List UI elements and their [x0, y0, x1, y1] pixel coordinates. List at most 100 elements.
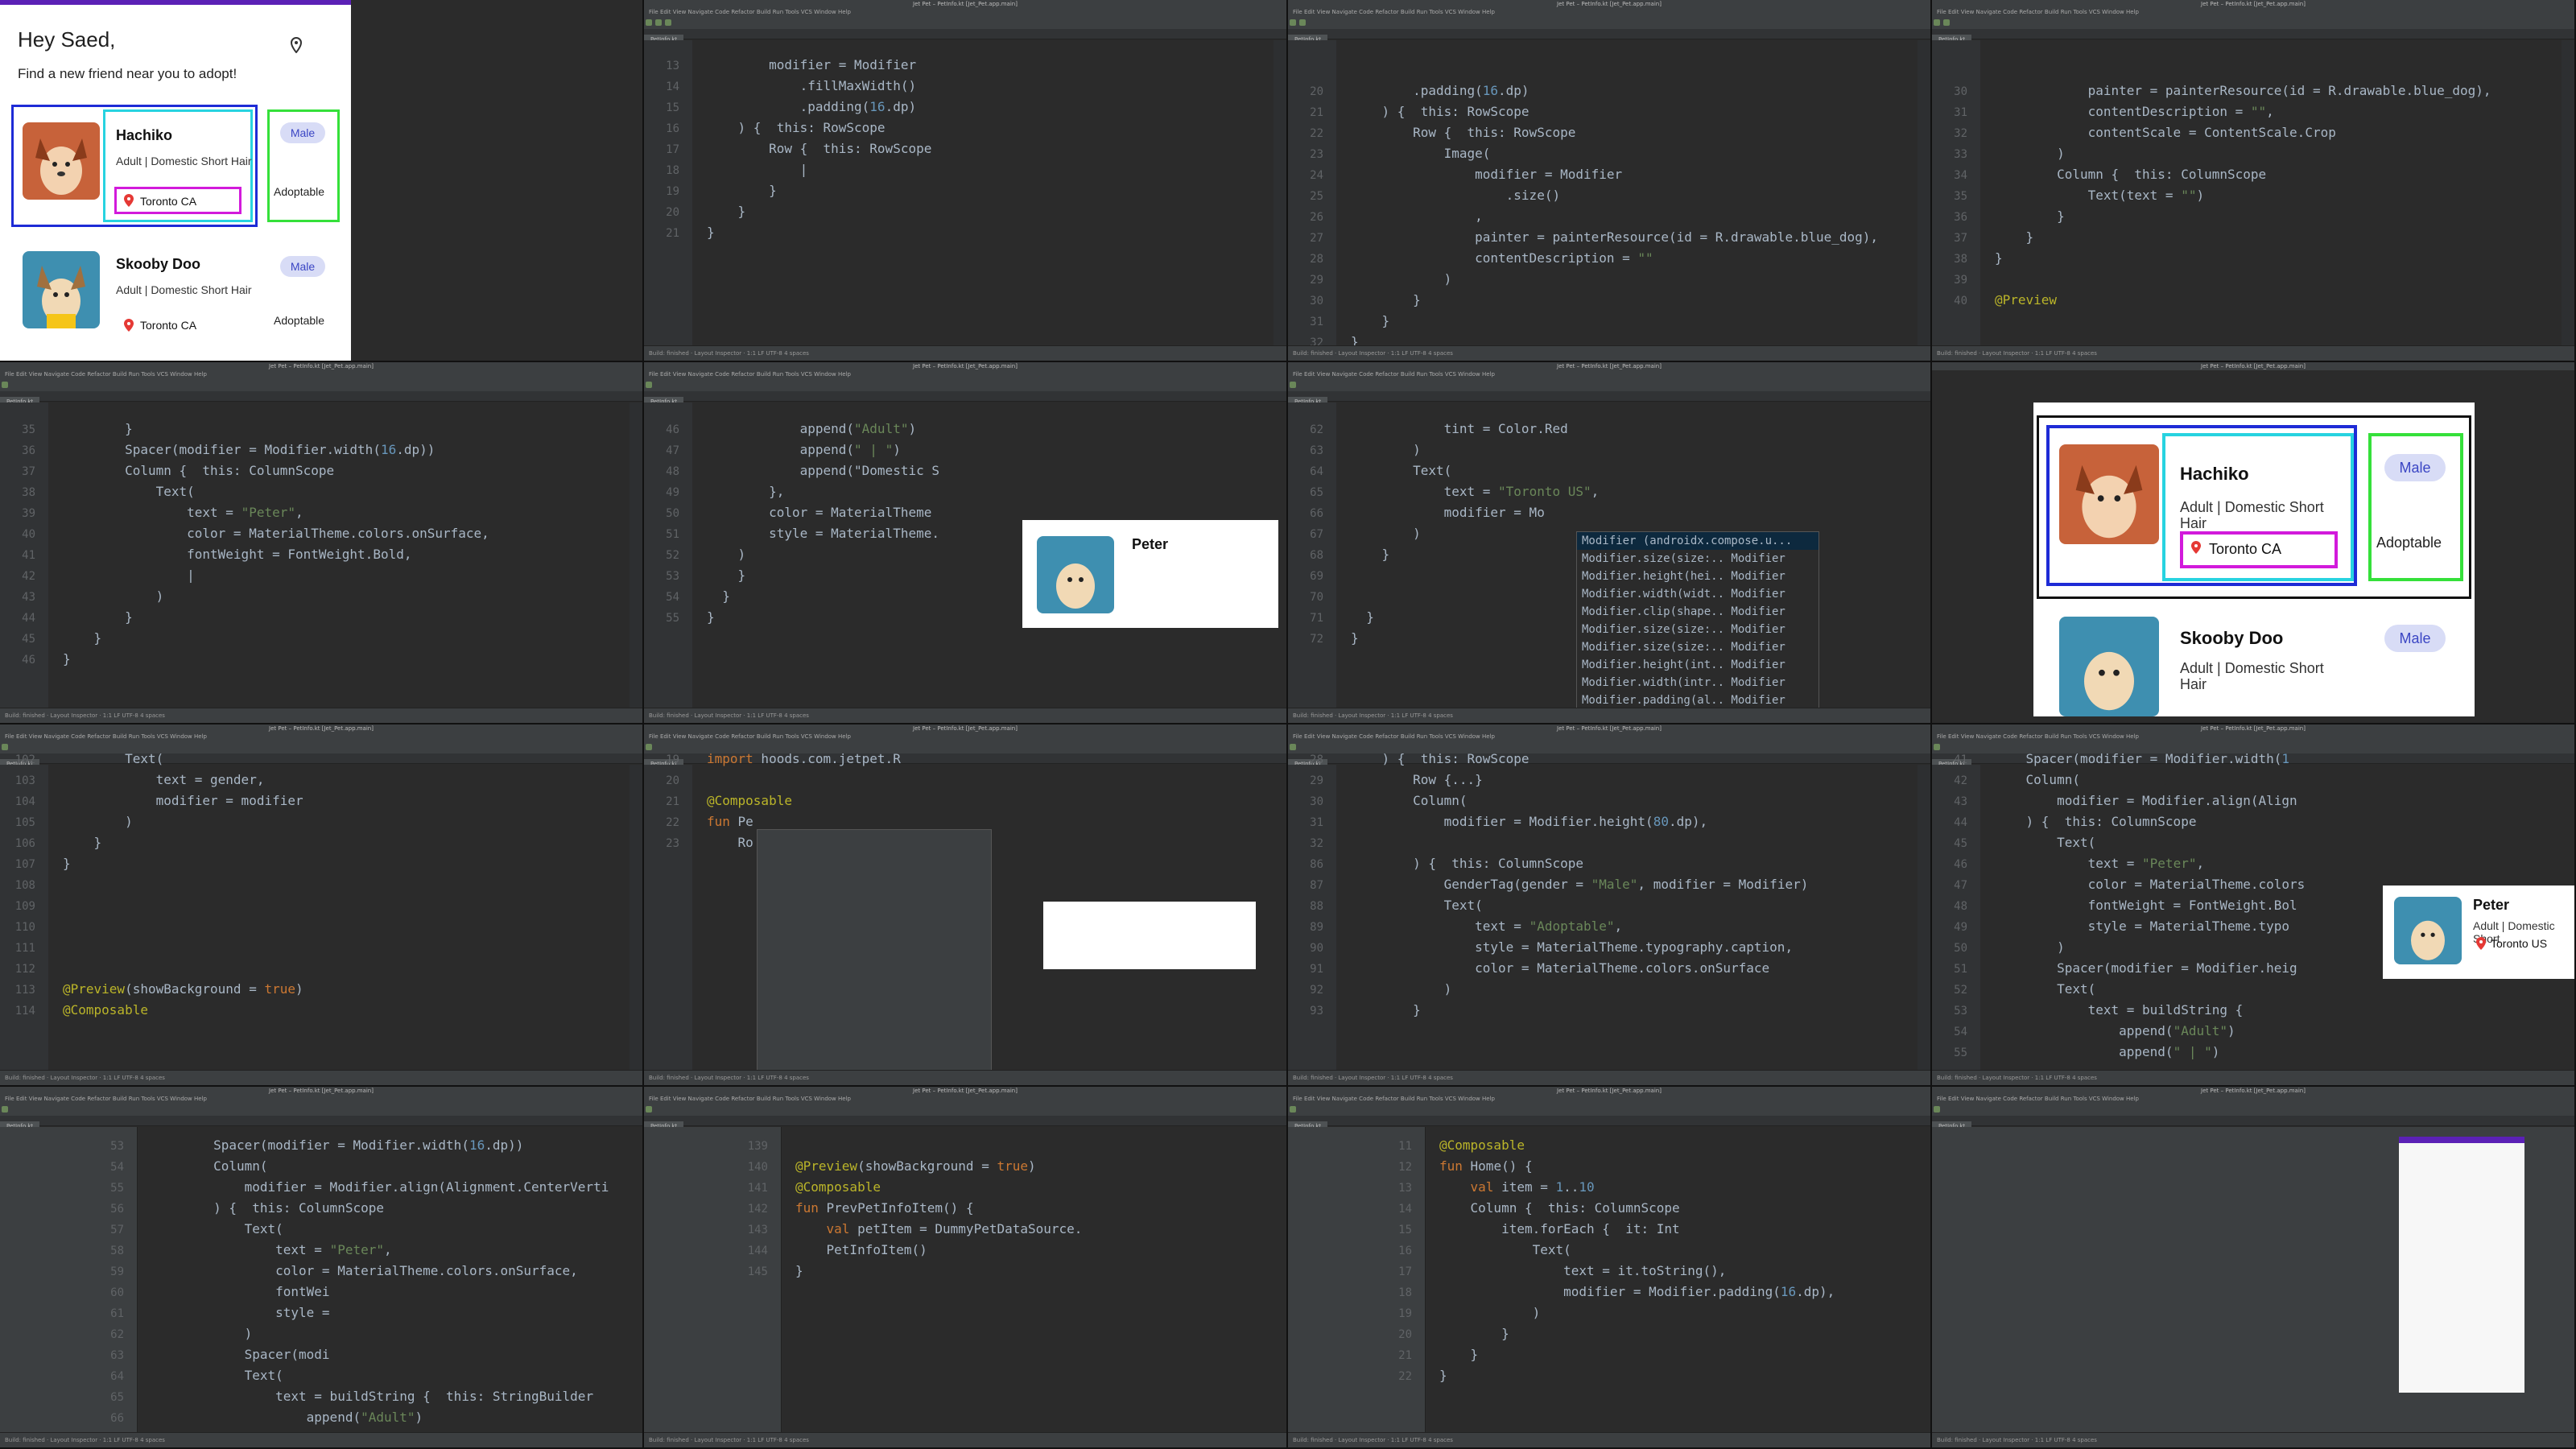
code-line[interactable]: 26 , — [1288, 206, 1930, 227]
code-line[interactable]: 53 } — [644, 565, 997, 586]
code-line[interactable]: 20 } — [644, 201, 1286, 222]
menu-bar[interactable]: File Edit View Navigate Code Refactor Bu… — [644, 1095, 1286, 1103]
code-line[interactable]: 52 ) — [644, 544, 997, 565]
editor-tabs[interactable]: PetInfo.kt — [1288, 1116, 1930, 1131]
code-line[interactable]: 19 } — [644, 180, 1286, 201]
code-line[interactable]: 20 — [644, 770, 803, 791]
editor-tabs[interactable]: PetInfo.kt — [644, 1116, 1286, 1131]
menu-bar[interactable]: File Edit View Navigate Code Refactor Bu… — [1288, 1095, 1930, 1103]
code-line[interactable]: 39 — [1932, 269, 2574, 290]
code-line[interactable]: 30 Column( — [1288, 791, 1930, 811]
toolbar[interactable] — [644, 16, 1286, 30]
code-line[interactable]: 24 modifier = Modifier — [1288, 164, 1930, 185]
code-line[interactable]: 40 color = MaterialTheme.colors.onSurfac… — [0, 523, 642, 544]
code-line[interactable]: 49 style = MaterialTheme.typo — [1932, 916, 2365, 937]
code-line[interactable]: 110 — [0, 916, 642, 937]
code-line[interactable]: 22 Row { this: RowScope — [1288, 122, 1930, 143]
code-line[interactable]: 50 color = MaterialTheme — [644, 502, 997, 523]
code-line[interactable]: 51 Spacer(modifier = Modifier.heig — [1932, 958, 2365, 979]
code-line[interactable]: 39 text = "Peter", — [0, 502, 642, 523]
code-line[interactable]: 93 } — [1288, 1000, 1930, 1021]
code-line[interactable]: 54 } — [644, 586, 997, 607]
code-line[interactable]: 21 @Composable — [644, 791, 803, 811]
code-line[interactable]: 102 Text( — [0, 749, 642, 770]
code-line[interactable]: 111 — [0, 937, 642, 958]
code-line[interactable]: 62 tint = Color.Red — [1288, 419, 1930, 440]
code-line[interactable]: 28 contentDescription = "" — [1288, 248, 1930, 269]
editor-tabs[interactable]: PetInfo.kt — [1288, 391, 1930, 407]
code-line[interactable]: 30 painter = painterResource(id = R.draw… — [1932, 80, 2574, 101]
code-line[interactable]: 15 item.forEach { it: Int — [1377, 1219, 1930, 1240]
code-line[interactable]: 14 .fillMaxWidth() — [644, 76, 1286, 97]
code-line[interactable]: 17 Row { this: RowScope — [644, 138, 1286, 159]
code-line[interactable]: 47 append(" | ") — [644, 440, 997, 460]
editor-tabs[interactable]: PetInfo.kt — [1932, 29, 2574, 44]
autocomplete-item[interactable]: Modifier.width(widt.. Modifier — [1577, 585, 1818, 603]
code-line[interactable]: 44 } — [0, 607, 642, 628]
code-line[interactable]: 108 — [0, 874, 642, 895]
pet-card-hachiko[interactable]: Hachiko Adult | Domestic Short Hair Toro… — [11, 105, 343, 227]
code-line[interactable]: 141 @Composable — [733, 1177, 1286, 1198]
code-line[interactable]: 11 @Composable — [1377, 1135, 1930, 1156]
code-line[interactable]: 63 Spacer(modi — [89, 1344, 642, 1365]
code-line[interactable]: 43 modifier = Modifier.align(Align — [1932, 791, 2365, 811]
code-line[interactable]: 27 painter = painterResource(id = R.draw… — [1288, 227, 1930, 248]
code-line[interactable]: 13 modifier = Modifier — [644, 55, 1286, 76]
code-line[interactable]: 21 ) { this: RowScope — [1288, 101, 1930, 122]
code-line[interactable]: 65 text = buildString { this: StringBuil… — [89, 1386, 642, 1407]
menu-bar[interactable]: File Edit View Navigate Code Refactor Bu… — [1288, 370, 1930, 378]
code-line[interactable]: 57 Text( — [89, 1219, 642, 1240]
menu-bar[interactable]: File Edit View Navigate Code Refactor Bu… — [644, 8, 1286, 16]
code-line[interactable]: 46} — [0, 649, 642, 670]
code-line[interactable]: 41 fontWeight = FontWeight.Bold, — [0, 544, 642, 565]
code-editor[interactable]: 53 Spacer(modifier = Modifier.width(16.d… — [89, 1135, 642, 1433]
toolbar[interactable] — [1932, 16, 2574, 30]
toolbar[interactable] — [0, 1103, 642, 1117]
autocomplete-item[interactable]: Modifier.size(size:.. Modifier — [1577, 550, 1818, 568]
code-line[interactable]: 55} — [644, 607, 997, 628]
code-editor[interactable]: 139 140 @Preview(showBackground = true) 141… — [733, 1135, 1286, 1433]
code-line[interactable]: 112 — [0, 958, 642, 979]
autocomplete-item[interactable]: Modifier.height(int.. Modifier — [1577, 656, 1818, 674]
menu-bar[interactable]: File Edit View Navigate Code Refactor Bu… — [0, 733, 642, 741]
code-line[interactable]: 142 fun PrevPetInfoItem() { — [733, 1198, 1286, 1219]
autocomplete-item[interactable]: Modifier (androidx.compose.u... — [1577, 532, 1818, 550]
code-line[interactable]: 29 Row {...} — [1288, 770, 1930, 791]
code-line[interactable]: 62 ) — [89, 1323, 642, 1344]
compose-preview[interactable]: Peter Adult | Domestic Short Toronto US — [2383, 886, 2574, 979]
code-line[interactable]: 53 Spacer(modifier = Modifier.width(16.d… — [89, 1135, 642, 1156]
menu-bar[interactable]: File Edit View Navigate Code Refactor Bu… — [644, 370, 1286, 378]
code-line[interactable]: 104 modifier = modifier — [0, 791, 642, 811]
editor-tabs[interactable]: PetInfo.kt — [644, 29, 1286, 44]
code-line[interactable]: 36 } — [1932, 206, 2574, 227]
code-line[interactable]: 109 — [0, 895, 642, 916]
code-line[interactable]: 106 } — [0, 832, 642, 853]
editor-tabs[interactable]: PetInfo.kt — [0, 1116, 642, 1131]
code-editor[interactable]: 41 Spacer(modifier = Modifier.width(1 42 … — [1932, 749, 2365, 1071]
code-line[interactable]: 46 text = "Peter", — [1932, 853, 2365, 874]
code-line[interactable]: 105 ) — [0, 811, 642, 832]
pet-card-skooby-doo[interactable]: Skooby Doo Adult | Domestic Short Hair T… — [11, 238, 343, 361]
pet-list-preview[interactable]: Hachiko Adult | Domestic Short Hair Toro… — [2033, 402, 2475, 716]
toolbar[interactable] — [1932, 1103, 2574, 1117]
code-editor[interactable]: 20 .padding(16.dp) 21 ) { this: RowScope 2… — [1288, 80, 1930, 349]
code-line[interactable]: 103 text = gender, — [0, 770, 642, 791]
code-line[interactable]: 87 GenderTag(gender = "Male", modifier =… — [1288, 874, 1930, 895]
compose-preview[interactable] — [1043, 902, 1256, 969]
menu-bar[interactable]: File Edit View Navigate Code Refactor Bu… — [0, 370, 642, 378]
code-line[interactable]: 32 — [1288, 832, 1930, 853]
code-line[interactable]: 42 Column( — [1932, 770, 2365, 791]
code-line[interactable]: 86 ) { this: ColumnScope — [1288, 853, 1930, 874]
code-line[interactable]: 64 Text( — [89, 1365, 642, 1386]
autocomplete-item[interactable]: Modifier.size(size:.. Modifier — [1577, 638, 1818, 656]
code-line[interactable]: 46 append("Adult") — [644, 419, 997, 440]
code-line[interactable]: 107} — [0, 853, 642, 874]
code-line[interactable]: 140 @Preview(showBackground = true) — [733, 1156, 1286, 1177]
code-line[interactable]: 32 contentScale = ContentScale.Crop — [1932, 122, 2574, 143]
code-line[interactable]: 89 text = "Adoptable", — [1288, 916, 1930, 937]
autocomplete-popup[interactable]: Modifier (androidx.compose.u... Modifier.… — [1576, 531, 1819, 710]
code-line[interactable]: 38 Text( — [0, 481, 642, 502]
code-line[interactable]: 47 color = MaterialTheme.colors — [1932, 874, 2365, 895]
code-line[interactable]: 18 | — [644, 159, 1286, 180]
code-line[interactable]: 19 import hoods.com.jetpet.R — [644, 749, 901, 770]
